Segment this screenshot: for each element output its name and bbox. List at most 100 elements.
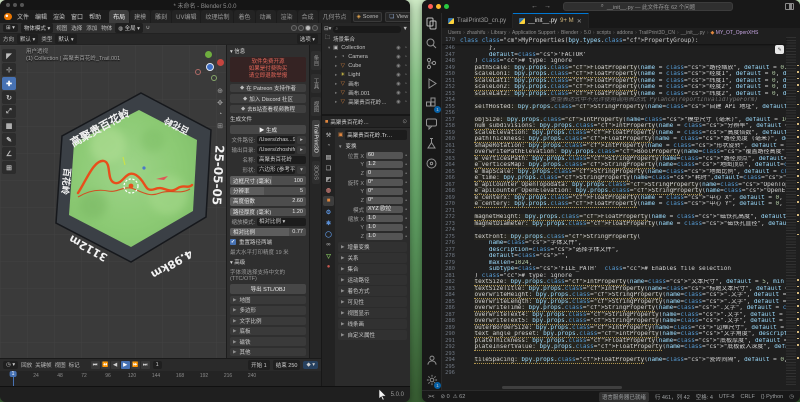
- tool-icon-1[interactable]: ⊹: [2, 63, 16, 76]
- eol-setting[interactable]: CRLF: [740, 394, 754, 400]
- field-value[interactable]: /Users/zhoshifu/Downl...: [257, 146, 295, 154]
- lock-icon[interactable]: •: [405, 153, 407, 159]
- properties-tab-1[interactable]: ◔: [323, 141, 334, 151]
- field-value[interactable]: /Users/zhas...97 (1).gpx: [257, 136, 295, 144]
- traffic-lights[interactable]: [428, 4, 449, 9]
- sidebar-tab-条目[interactable]: 条目: [311, 51, 321, 70]
- properties-section-着色方式[interactable]: ▶着色方式: [338, 286, 407, 296]
- pin-icon[interactable]: ⊙: [402, 119, 407, 125]
- scene-selector[interactable]: ◈Scene: [353, 12, 383, 22]
- layout-toggle-icon[interactable]: [785, 3, 794, 10]
- remote-icon[interactable]: [425, 157, 438, 170]
- folder-browse-icon[interactable]: ▸: [297, 146, 306, 154]
- properties-tab-6[interactable]: ■: [323, 196, 334, 206]
- tool-icon-3[interactable]: ↻: [2, 91, 16, 104]
- gizmo-y-axis[interactable]: [205, 51, 212, 58]
- support-button-0[interactable]: ◆在 Patreon 支持作者: [230, 84, 306, 92]
- tool-icon-0[interactable]: ◤: [2, 49, 16, 62]
- minimap[interactable]: [786, 37, 796, 385]
- testing-icon[interactable]: [425, 137, 438, 150]
- collapsed-section-地图[interactable]: ▶地图: [230, 296, 306, 304]
- cursor-position[interactable]: 行 461，列 42: [655, 393, 690, 401]
- explorer-icon[interactable]: [425, 17, 438, 30]
- transform-value[interactable]: 1.0: [366, 215, 403, 223]
- lock-icon[interactable]: •: [405, 207, 407, 213]
- info-section-header[interactable]: ▾ 信息: [230, 47, 306, 55]
- chat-icon[interactable]: [425, 117, 438, 130]
- orientation-default-dropdown[interactable]: 默认 ▾: [17, 34, 38, 44]
- gizmo-x-axis[interactable]: [217, 59, 224, 66]
- problems-indicator[interactable]: ⊘ 0 ⚠ 62: [440, 394, 465, 400]
- gizmo-neg-x[interactable]: [195, 69, 201, 75]
- outliner-item-Light[interactable]: ▸☀Light◉ ◔: [324, 70, 408, 79]
- transform-value[interactable]: 1.0: [366, 233, 403, 241]
- search-icon[interactable]: [425, 37, 438, 50]
- workspace-tab[interactable]: 纹理绘制: [201, 10, 233, 23]
- snap-icon[interactable]: ∪: [146, 25, 150, 31]
- transform-value[interactable]: 0: [366, 170, 403, 178]
- timeline-editor-type[interactable]: ◷ ▾: [3, 361, 18, 369]
- generate-button[interactable]: ▶ 生成: [230, 125, 306, 134]
- menu-文件[interactable]: 文件: [14, 11, 32, 22]
- workspace-tab[interactable]: 动画: [256, 10, 276, 23]
- nav-back-icon[interactable]: ←: [531, 3, 538, 10]
- outliner-funnel-icon[interactable]: ▼: [403, 26, 408, 32]
- menu-编辑[interactable]: 编辑: [32, 11, 50, 22]
- timeline-menu-视图[interactable]: 视图: [55, 361, 66, 369]
- outliner-item-画布.001[interactable]: ▸▽画布.001◉ ◔: [324, 88, 408, 97]
- hexagon-trail-model[interactable]: 高聚贵百花岭 百花岭 25-05-05 4.98km 3112m 百花岭: [18, 85, 248, 320]
- collapsed-section-多边形[interactable]: ▶多边形: [230, 306, 306, 314]
- account-icon[interactable]: [425, 353, 438, 366]
- transform-section-label[interactable]: 变换: [345, 142, 356, 150]
- slider-3[interactable]: 路径厚度 (毫米)1.20: [230, 208, 306, 216]
- frame-end-field[interactable]: 结束 250: [273, 360, 301, 370]
- camera-view-icon[interactable]: ◔: [217, 111, 223, 118]
- outliner-item-Collection[interactable]: ▾▣Collection◉ ◔: [324, 43, 408, 52]
- support-button-1[interactable]: ◆加入 Discord 社区: [230, 94, 306, 102]
- mode-selector[interactable]: 物体模式 ▾: [21, 23, 53, 33]
- tab-__init__.py[interactable]: __init__.py9+ M✕: [513, 13, 589, 28]
- properties-tab-11[interactable]: ▽: [323, 251, 334, 261]
- workspace-tab[interactable]: 合成: [298, 10, 318, 23]
- collapsed-section-文字比例[interactable]: ▶文字比例: [230, 317, 306, 325]
- shape-dropdown-icon[interactable]: ▾: [297, 166, 306, 174]
- outliner-filter-icon[interactable]: ⊟▾: [324, 26, 331, 32]
- tool-icon-6[interactable]: ✎: [2, 133, 16, 146]
- transport-3[interactable]: ▶: [121, 361, 130, 369]
- shading-mode-toggles[interactable]: [291, 25, 318, 31]
- menu-窗口[interactable]: 窗口: [68, 11, 86, 22]
- viewport-menu-物体[interactable]: 物体: [101, 24, 112, 32]
- properties-section-关系[interactable]: ▶关系: [338, 253, 407, 263]
- tool-icon-7[interactable]: ∠: [2, 147, 16, 160]
- transform-value[interactable]: 60: [366, 152, 403, 160]
- transform-value[interactable]: 0°: [366, 188, 403, 196]
- navigation-gizmo[interactable]: [191, 49, 225, 83]
- sidebar-tab-工具[interactable]: 工具: [311, 74, 321, 93]
- notifications-bell-icon[interactable]: ◷: [789, 394, 794, 400]
- timeline-ruler[interactable]: 244872961201441681922162401: [0, 371, 321, 386]
- language-server-status[interactable]: 语言服务器已就绪: [599, 392, 649, 402]
- extensions-icon[interactable]: 1: [425, 97, 438, 110]
- tool-icon-5[interactable]: ▦: [2, 119, 16, 132]
- code-editor[interactable]: 170class class="cm">MyProperties(bpy.typ…: [442, 37, 800, 385]
- breadcrumb-item[interactable]: 5.0: [584, 30, 591, 36]
- collapsed-section-其他[interactable]: ▶其他: [230, 348, 306, 356]
- run-debug-icon[interactable]: [425, 77, 438, 90]
- lock-icon[interactable]: •: [405, 216, 407, 222]
- slider-1[interactable]: 分辨率5: [230, 187, 306, 195]
- breadcrumb-item[interactable]: scripts: [597, 30, 611, 36]
- slider-2[interactable]: 高度倍数2.60: [230, 197, 306, 205]
- lock-icon[interactable]: •: [405, 225, 407, 231]
- transport-0[interactable]: ⏮: [91, 361, 100, 369]
- properties-tab-10[interactable]: ∞: [323, 240, 334, 250]
- transform-value[interactable]: 0°: [366, 197, 403, 205]
- workspace-tab[interactable]: UV编辑: [172, 10, 200, 23]
- viewlayer-selector[interactable]: ❏View Layer: [385, 12, 410, 22]
- transform-value[interactable]: 1.0: [366, 224, 403, 232]
- breadcrumb-item[interactable]: TrailPrint3D_CN: [639, 30, 675, 36]
- breadcrumb-item[interactable]: addons: [617, 30, 633, 36]
- breadcrumb-item[interactable]: Users: [448, 30, 461, 36]
- language-mode[interactable]: {} Python: [761, 394, 783, 400]
- viewport-menu-视图[interactable]: 视图: [56, 24, 67, 32]
- workspace-tab[interactable]: 雕刻: [151, 10, 171, 23]
